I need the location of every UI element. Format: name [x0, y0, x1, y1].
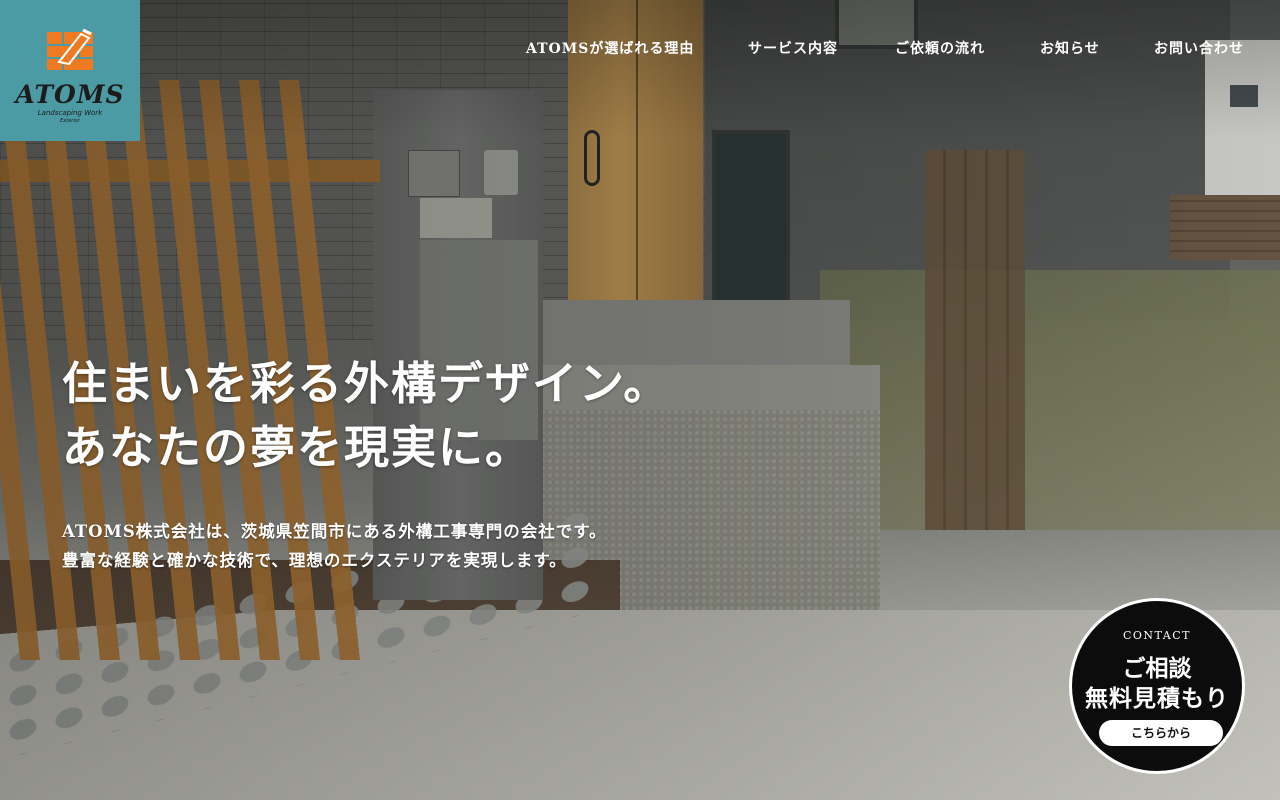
logo-wordmark: ATOMS	[15, 80, 125, 109]
nav-item-services[interactable]: サービス内容	[748, 38, 838, 58]
hero-headline: 住まいを彩る外構デザイン。 あなたの夢を現実に。	[62, 352, 822, 480]
hero-lead-line-1: ATOMS株式会社は、茨城県笠間市にある外構工事専門の会社です。	[62, 522, 607, 541]
top-shade	[0, 0, 1280, 140]
nav-item-news[interactable]: お知らせ	[1040, 38, 1100, 58]
logo-sub: Exterior	[60, 118, 80, 124]
nav-item-contact[interactable]: お問い合わせ	[1154, 38, 1244, 58]
hero-lead: ATOMS株式会社は、茨城県笠間市にある外構工事専門の会社です。 豊富な経験と確…	[62, 517, 762, 575]
contact-title-line-2: 無料見積もり	[1085, 685, 1229, 712]
logo-tagline: Landscaping Work	[37, 109, 103, 117]
contact-button[interactable]: こちらから	[1099, 720, 1223, 746]
nav-item-why-atoms[interactable]: ATOMSが選ばれる理由	[526, 38, 694, 58]
hero-headline-line-2: あなたの夢を現実に。	[62, 421, 533, 474]
contact-title-line-1: ご相談	[1122, 655, 1192, 682]
contact-eyebrow: CONTACT	[1123, 629, 1191, 642]
hero-headline-line-1: 住まいを彩る外構デザイン。	[62, 357, 671, 410]
hero-lead-line-2: 豊富な経験と確かな技術で、理想のエクステリアを実現します。	[62, 551, 567, 570]
contact-badge[interactable]: CONTACT ご相談 無料見積もり こちらから	[1069, 598, 1245, 774]
nav-item-flow[interactable]: ご依頼の流れ	[895, 38, 985, 58]
site-logo[interactable]: ATOMS Landscaping Work Exterior	[0, 0, 140, 141]
trowel-brick-icon	[47, 28, 93, 70]
